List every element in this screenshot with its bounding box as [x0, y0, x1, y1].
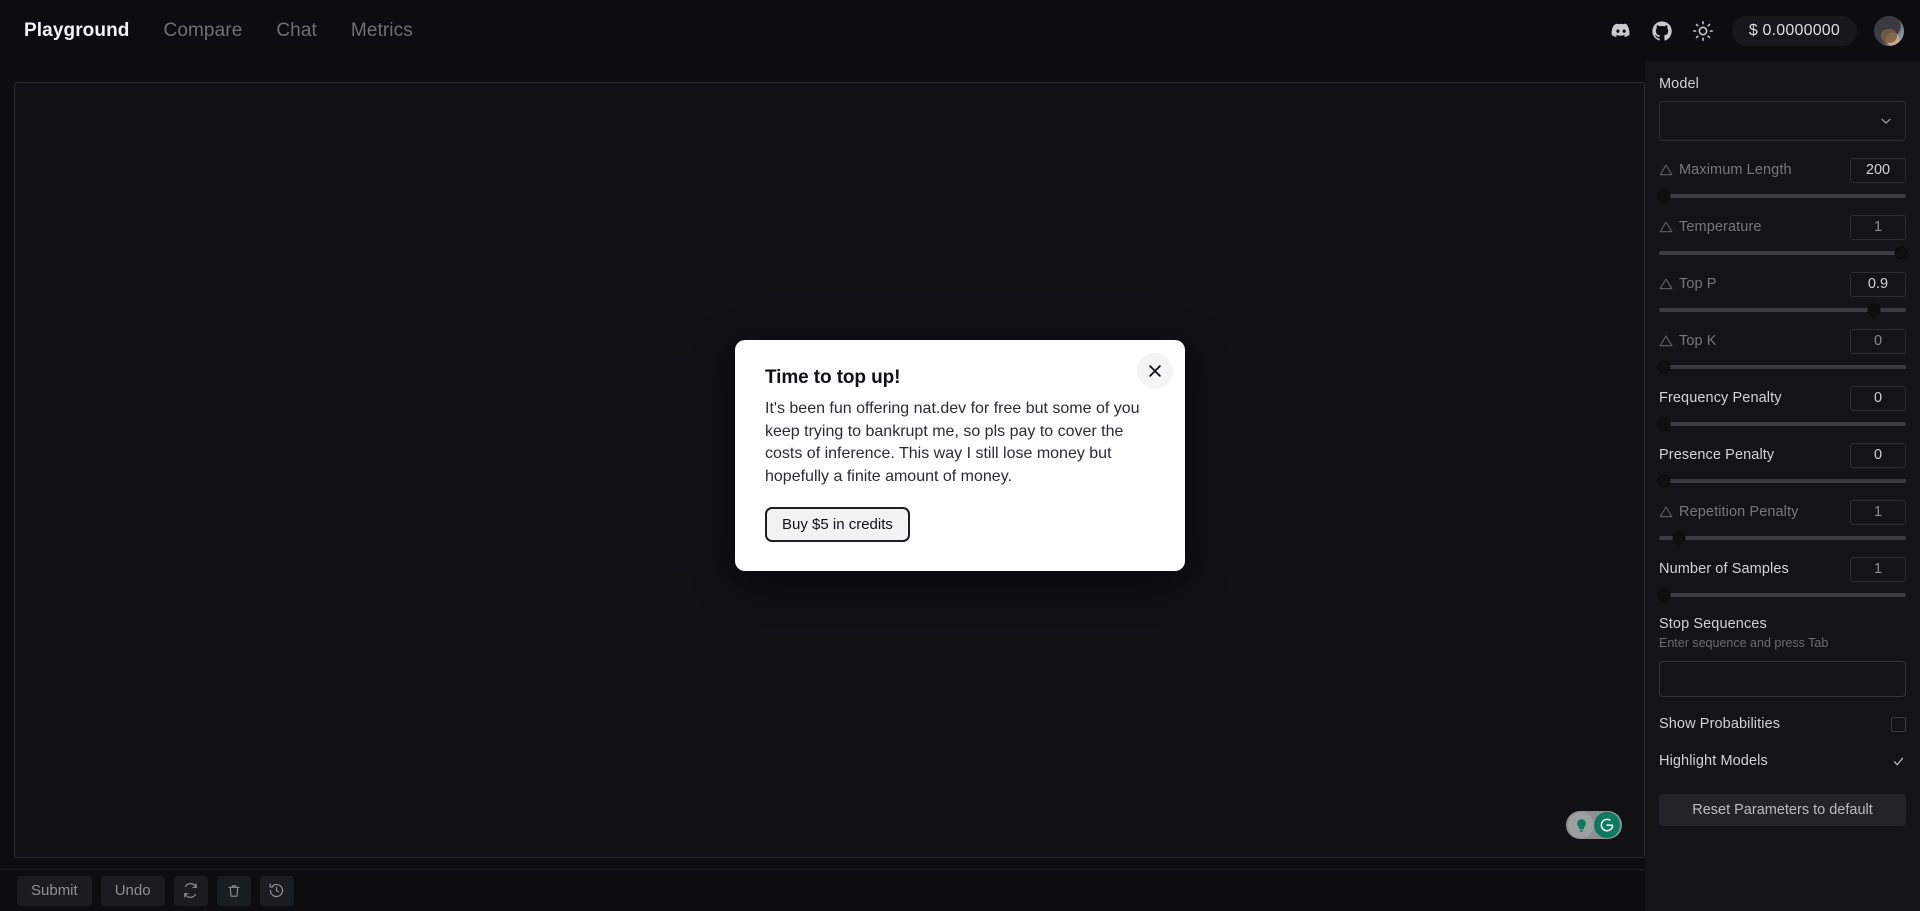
model-select-dropdown[interactable] [1659, 101, 1906, 141]
nav-tab-playground[interactable]: Playground [24, 20, 130, 42]
param-top-p: Top P 0.9 [1659, 271, 1906, 317]
warning-icon [1659, 334, 1673, 348]
slider-knob[interactable] [1657, 189, 1671, 203]
avatar[interactable] [1874, 16, 1904, 46]
param-repetition-penalty: Repetition Penalty 1 [1659, 499, 1906, 545]
param-slider[interactable] [1659, 531, 1906, 545]
slider-knob[interactable] [1657, 360, 1671, 374]
close-icon[interactable] [1137, 353, 1173, 389]
warning-icon [1659, 220, 1673, 234]
nav-tab-metrics[interactable]: Metrics [351, 20, 413, 42]
lightbulb-icon[interactable] [1568, 812, 1594, 838]
grammarly-logo-icon[interactable] [1594, 812, 1620, 838]
param-slider[interactable] [1657, 417, 1906, 431]
param-slider[interactable] [1659, 303, 1906, 317]
param-label: Maximum Length [1679, 162, 1792, 178]
grammarly-badge[interactable] [1566, 811, 1622, 839]
param-value-input[interactable]: 1 [1850, 499, 1906, 525]
toggle-label: Highlight Models [1659, 753, 1768, 769]
param-label: Repetition Penalty [1679, 504, 1799, 520]
param-value-input[interactable]: 0 [1850, 442, 1906, 468]
param-value-input[interactable]: 1 [1850, 556, 1906, 582]
slider-knob[interactable] [1672, 531, 1686, 545]
editor-toolbar: Submit Undo [0, 869, 1645, 911]
slider-knob[interactable] [1657, 474, 1671, 488]
param-value-input[interactable]: 200 [1850, 157, 1906, 183]
param-label: Top P [1679, 276, 1717, 292]
param-slider[interactable] [1659, 246, 1908, 260]
warning-icon [1659, 505, 1673, 519]
param-temperature: Temperature 1 [1659, 214, 1908, 260]
checkbox-highlight-models[interactable] [1891, 754, 1906, 769]
param-value-input[interactable]: 0 [1850, 385, 1906, 411]
param-value-input[interactable]: 1 [1850, 214, 1906, 240]
github-icon[interactable] [1650, 19, 1674, 43]
nav-tab-chat[interactable]: Chat [276, 20, 317, 42]
submit-button[interactable]: Submit [17, 875, 92, 906]
stop-sequences-block: Stop Sequences Enter sequence and press … [1659, 616, 1906, 697]
parameters-sidebar: Model Maximum Length 200 Temperature 1 T… [1645, 62, 1920, 911]
warning-icon [1659, 277, 1673, 291]
param-slider[interactable] [1657, 360, 1906, 374]
param-label: Frequency Penalty [1659, 390, 1782, 406]
param-value-input[interactable]: 0 [1850, 328, 1906, 354]
history-icon[interactable] [259, 875, 294, 906]
param-presence-penalty: Presence Penalty 0 [1657, 442, 1906, 488]
slider-knob[interactable] [1657, 417, 1671, 431]
trash-icon[interactable] [216, 875, 251, 906]
top-navigation-bar: Playground Compare Chat Metrics $ 0.0000… [0, 0, 1920, 62]
param-maximum-length: Maximum Length 200 [1657, 157, 1906, 203]
toggle-label: Show Probabilities [1659, 716, 1781, 732]
param-slider[interactable] [1657, 474, 1906, 488]
checkbox-show-probabilities[interactable] [1891, 716, 1906, 732]
nav-right-cluster: $ 0.0000000 [1609, 0, 1904, 62]
warning-icon [1659, 163, 1673, 177]
toggle-highlight-models[interactable]: Highlight Models [1659, 751, 1906, 771]
buy-credits-button[interactable]: Buy $5 in credits [765, 507, 910, 542]
sun-icon[interactable] [1691, 19, 1715, 43]
toggle-show-probabilities[interactable]: Show Probabilities [1659, 714, 1906, 734]
stop-sequences-hint: Enter sequence and press Tab [1659, 636, 1829, 650]
modal-body-text: It's been fun offering nat.dev for free … [765, 400, 1140, 486]
nav-tab-compare[interactable]: Compare [164, 20, 243, 42]
param-slider[interactable] [1657, 588, 1906, 602]
param-number-of-samples: Number of Samples 1 [1657, 556, 1906, 602]
param-top-k: Top K 0 [1657, 328, 1906, 374]
refresh-icon[interactable] [173, 875, 208, 906]
model-label: Model [1659, 76, 1699, 92]
slider-knob[interactable] [1657, 588, 1671, 602]
stop-sequences-input[interactable] [1659, 661, 1906, 697]
modal-title: Time to top up! [765, 367, 901, 388]
param-label: Temperature [1679, 219, 1762, 235]
credit-balance[interactable]: $ 0.0000000 [1731, 16, 1857, 46]
slider-knob[interactable] [1867, 303, 1881, 317]
param-slider[interactable] [1657, 189, 1906, 203]
discord-icon[interactable] [1609, 19, 1633, 43]
param-label: Presence Penalty [1659, 447, 1775, 463]
param-frequency-penalty: Frequency Penalty 0 [1657, 385, 1906, 431]
chevron-down-icon [1878, 113, 1894, 129]
stop-sequences-label: Stop Sequences [1659, 616, 1767, 632]
slider-knob[interactable] [1894, 246, 1908, 260]
undo-button[interactable]: Undo [100, 875, 165, 906]
reset-parameters-button[interactable]: Reset Parameters to default [1659, 794, 1906, 826]
top-up-modal: Time to top up! It's been fun offering n… [735, 340, 1185, 571]
nav-links: Playground Compare Chat Metrics [24, 20, 413, 42]
param-label: Top K [1679, 333, 1717, 349]
param-value-input[interactable]: 0.9 [1850, 271, 1906, 297]
param-label: Number of Samples [1659, 561, 1789, 577]
